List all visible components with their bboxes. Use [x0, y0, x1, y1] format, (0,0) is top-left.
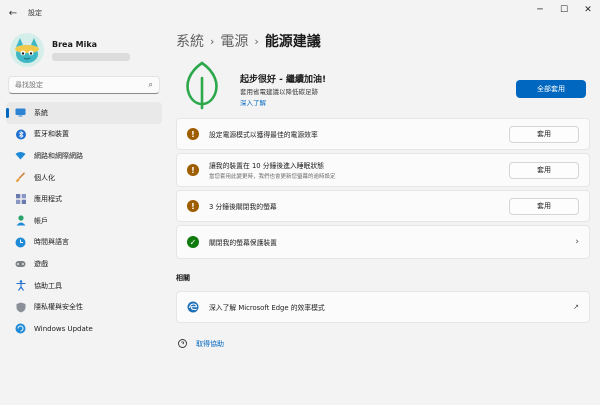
sidebar-item-label: 時間與語言 — [34, 238, 69, 247]
maximize-button[interactable]: ☐ — [552, 0, 576, 20]
apps-icon — [15, 194, 26, 205]
recommendation-subtitle: 當您套用此變更時，我們也會更新您螢幕的逾時設定 — [209, 174, 336, 180]
recommendation-title: 關閉我的螢幕保護裝置 — [209, 239, 277, 247]
sidebar-item-system[interactable]: 系統 — [6, 102, 162, 124]
profile-name: Brea Mika — [52, 39, 98, 49]
profile-email-redacted — [52, 52, 130, 61]
app-title: 設定 — [28, 9, 42, 17]
related-edge-efficiency[interactable]: 深入了解 Microsoft Edge 的效率模式 ↗ — [176, 291, 590, 323]
apply-button[interactable]: 套用 — [509, 197, 579, 215]
sidebar-item-label: 個人化 — [34, 173, 55, 182]
close-button[interactable]: ✕ — [576, 0, 600, 20]
help-icon — [178, 339, 187, 348]
recommendation-title: 讓我的裝置在 10 分鐘後進入睡眠狀態 — [209, 162, 324, 170]
nav-list: 系統 藍牙和裝置 網路和網際網路 個人化 應用程式 帳戶 時間與語言 遊戲 協助… — [0, 102, 168, 340]
sidebar-item-windows-update[interactable]: Windows Update — [6, 318, 162, 340]
sidebar-item-label: 網路和網際網路 — [34, 151, 83, 160]
recommendation-title: 3 分鐘後關閉我的螢幕 — [209, 203, 277, 211]
user-profile[interactable]: Brea Mika — [0, 26, 168, 74]
hero-title: 起步很好 - 繼續加油! — [240, 75, 327, 85]
external-link-icon: ↗ — [573, 303, 579, 311]
sidebar-item-label: 協助工具 — [34, 281, 62, 290]
chevron-right-icon: › — [210, 34, 215, 48]
apply-button[interactable]: 套用 — [509, 161, 579, 179]
sidebar-item-personalization[interactable]: 個人化 — [6, 167, 162, 189]
warning-icon: ! — [187, 164, 199, 176]
recommendation-screen-off: ! 3 分鐘後關閉我的螢幕 套用 — [176, 190, 590, 222]
window-controls: ─ ☐ ✕ — [528, 0, 600, 20]
avatar — [10, 33, 44, 67]
get-help-link[interactable]: 取得協助 — [196, 339, 224, 349]
sidebar-item-accounts[interactable]: 帳戶 — [6, 210, 162, 232]
related-heading: 相關 — [176, 274, 190, 282]
sidebar-item-network[interactable]: 網路和網際網路 — [6, 145, 162, 167]
breadcrumb: 系統 › 電源 › 能源建議 — [176, 26, 590, 56]
energy-hero: 起步很好 - 繼續加油! 套用省電建議以降低碳足跡 深入了解 全部套用 — [176, 56, 590, 118]
arrow-left-icon: ← — [8, 7, 18, 19]
sidebar-item-privacy-security[interactable]: 隱私權與安全性 — [6, 296, 162, 318]
learn-more-link[interactable]: 深入了解 — [240, 97, 266, 107]
search-icon: ⌕ — [148, 80, 153, 89]
warning-icon: ! — [187, 200, 199, 212]
sidebar-item-apps[interactable]: 應用程式 — [6, 188, 162, 210]
wifi-icon — [15, 150, 26, 161]
main-content: 系統 › 電源 › 能源建議 起步很好 - 繼續加油! 套用省電建議以降低碳足跡… — [176, 26, 590, 405]
shield-icon — [15, 302, 26, 313]
get-help[interactable]: 取得協助 — [176, 339, 590, 349]
gamepad-icon — [15, 258, 26, 269]
breadcrumb-power[interactable]: 電源 — [220, 31, 248, 51]
breadcrumb-system[interactable]: 系統 — [176, 31, 204, 51]
bluetooth-icon — [15, 129, 26, 140]
edge-icon — [187, 301, 199, 313]
sidebar: Brea Mika ⌕ 系統 藍牙和裝置 網路和網際網路 — [0, 26, 168, 405]
paintbrush-icon — [15, 172, 26, 183]
checkmark-icon: ✓ — [187, 236, 199, 248]
hero-description: 套用省電建議以降低碳足跡 — [240, 88, 318, 96]
chevron-right-icon: › — [575, 237, 579, 247]
apply-button[interactable]: 套用 — [509, 125, 579, 143]
apply-all-button[interactable]: 全部套用 — [516, 80, 586, 98]
minimize-button[interactable]: ─ — [528, 0, 552, 20]
leaf-icon — [186, 61, 218, 110]
sidebar-item-label: 遊戲 — [34, 259, 48, 268]
recommendation-screensaver[interactable]: ✓ 關閉我的螢幕保護裝置 › — [176, 225, 590, 259]
chevron-right-icon: › — [254, 34, 259, 48]
related-item-title: 深入了解 Microsoft Edge 的效率模式 — [209, 304, 325, 312]
recommendation-power-mode: ! 設定電源模式以獲得最佳的電源效率 套用 — [176, 118, 590, 150]
search-input[interactable] — [15, 81, 149, 89]
accessibility-icon — [15, 280, 26, 291]
sidebar-item-label: 隱私權與安全性 — [34, 303, 83, 312]
back-button[interactable]: ← — [0, 0, 26, 26]
sidebar-item-accessibility[interactable]: 協助工具 — [6, 275, 162, 297]
recommendation-title: 設定電源模式以獲得最佳的電源效率 — [209, 131, 318, 139]
warning-icon: ! — [187, 128, 199, 140]
sidebar-item-bluetooth[interactable]: 藍牙和裝置 — [6, 124, 162, 146]
globe-clock-icon — [15, 237, 26, 248]
sidebar-item-label: 應用程式 — [34, 195, 62, 204]
search-box[interactable]: ⌕ — [8, 76, 160, 94]
sidebar-item-label: 系統 — [34, 108, 48, 117]
monitor-icon — [15, 107, 26, 118]
page-title: 能源建議 — [264, 34, 321, 50]
sidebar-item-label: 帳戶 — [34, 216, 48, 225]
sidebar-item-label: 藍牙和裝置 — [34, 130, 69, 139]
recommendation-sleep: ! 讓我的裝置在 10 分鐘後進入睡眠狀態 當您套用此變更時，我們也會更新您螢幕… — [176, 153, 590, 187]
person-icon — [15, 215, 26, 226]
sidebar-item-label: Windows Update — [34, 324, 93, 333]
sidebar-item-gaming[interactable]: 遊戲 — [6, 253, 162, 275]
title-bar: ← 設定 ─ ☐ ✕ — [0, 0, 600, 26]
sidebar-item-time-language[interactable]: 時間與語言 — [6, 232, 162, 254]
update-icon — [15, 323, 26, 334]
